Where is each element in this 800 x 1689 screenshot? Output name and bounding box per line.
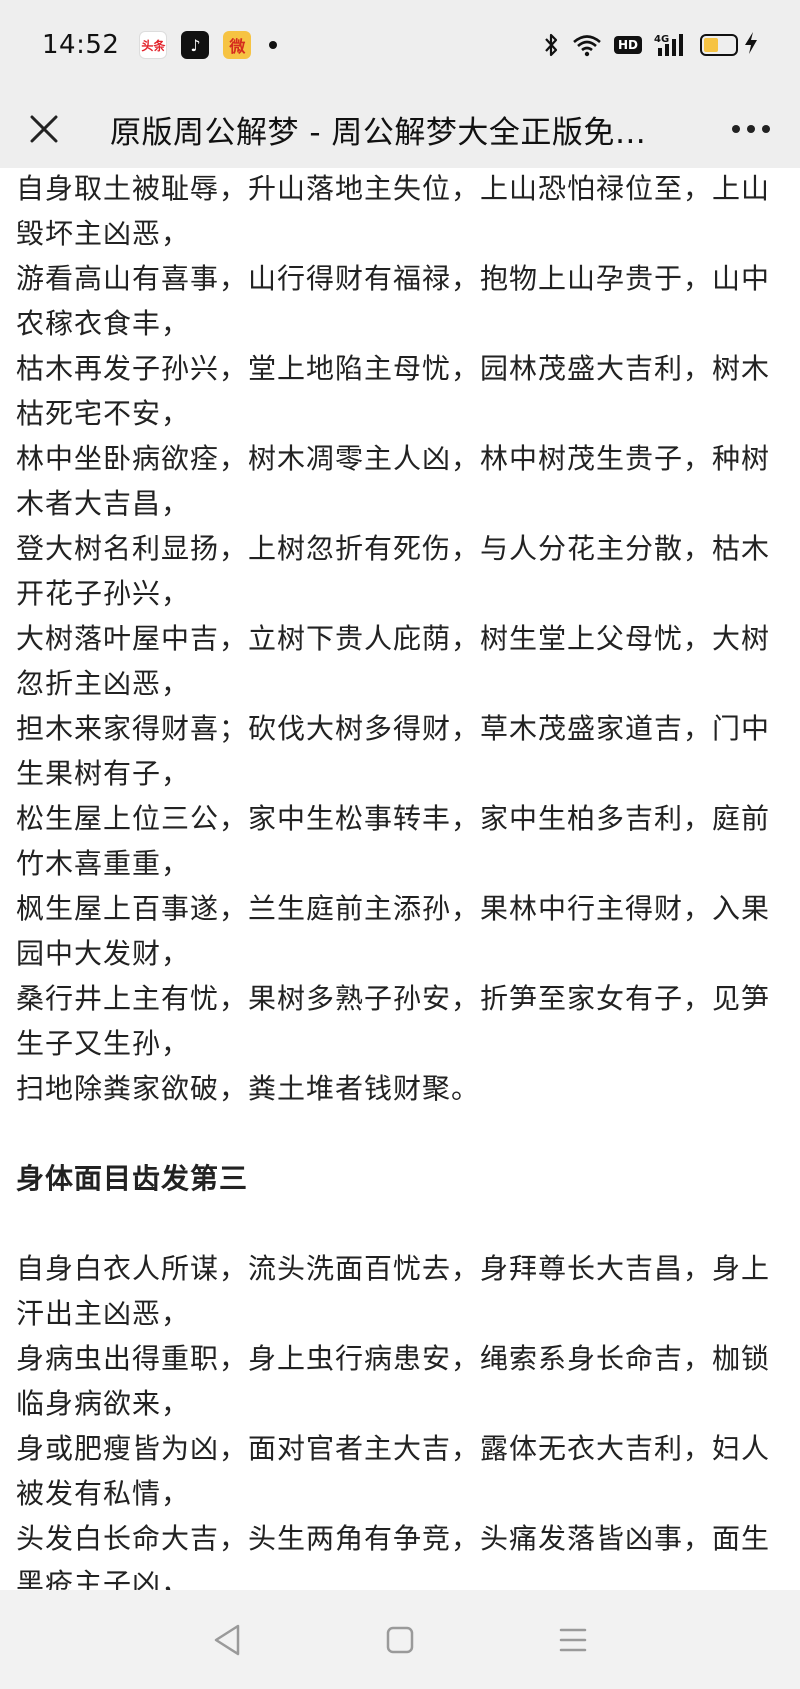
back-triangle-icon <box>214 1624 239 1655</box>
hd-badge: HD <box>613 36 642 54</box>
paragraph: 松生屋上位三公，家中生松事转丰，家中生柏多吉利，庭前竹木喜重重， <box>16 802 771 880</box>
paragraph: 枯木再发子孙兴，堂上地陷主母忧，园林茂盛大吉利，树木枯死宅不安， <box>16 352 771 430</box>
paragraph: 自身取土被耻辱，升山落地主失位，上山恐怕禄位至，上山毁坏主凶恶， <box>16 172 771 250</box>
status-time: 14:52 <box>42 30 120 60</box>
home-square-icon <box>386 1626 414 1653</box>
close-icon <box>30 115 58 143</box>
back-button[interactable] <box>197 1610 257 1670</box>
paragraph: 身病虫出得重职，身上虫行病患安，绳索系身长命吉，枷锁临身病欲来， <box>16 1342 771 1420</box>
signal-icon: 4G <box>654 32 688 58</box>
paragraph: 大树落叶屋中吉，立树下贵人庇荫，树生堂上父母忧，大树忽折主凶恶， <box>16 622 771 700</box>
menu-button[interactable] <box>543 1610 603 1670</box>
battery-fill <box>704 38 718 52</box>
network-type-label: 4G <box>654 34 669 45</box>
bluetooth-icon <box>542 32 560 58</box>
paragraph: 游看高山有喜事，山行得财有福禄，抱物上山孕贵于，山中农稼衣食丰， <box>16 262 771 340</box>
paragraph: 担木来家得财喜；砍伐大树多得财，草木茂盛家道吉，门中生果树有子， <box>16 712 771 790</box>
system-navigation-bar <box>0 1590 800 1689</box>
more-icon <box>732 125 770 133</box>
page-title: 原版周公解梦 - 周公解梦大全正版免… <box>110 114 647 151</box>
notification-dot-icon <box>269 41 278 49</box>
paragraph: 登大树名利显扬，上树忽折有死伤，与人分花主分散，枯木开花子孙兴， <box>16 532 771 610</box>
battery-icon <box>700 34 738 56</box>
paragraph: 林中坐卧病欲痊，树木凋零主人凶，林中树茂生贵子，种树木者大吉昌， <box>16 442 771 520</box>
paragraph: 桑行井上主有忧，果树多熟子孙安，折笋至家女有子，见笋生子又生孙， <box>16 982 771 1060</box>
menu-lines-icon <box>560 1628 587 1651</box>
paragraph: 扫地除粪家欲破，粪土堆者钱财聚。 <box>16 1072 481 1105</box>
article-content[interactable]: 自身取土被耻辱，升山落地主失位，上山恐怕禄位至，上山毁坏主凶恶， 游看高山有喜事… <box>0 168 800 1590</box>
more-options-button[interactable] <box>726 109 776 149</box>
paragraph: 枫生屋上百事遂，兰生庭前主添孙，果林中行主得财，入果园中大发财， <box>16 892 771 970</box>
home-button[interactable] <box>370 1610 430 1670</box>
status-right: HD 4G <box>542 31 758 60</box>
status-bar: 14:52 头条 ♪ 微 HD 4G <box>0 0 800 90</box>
close-button[interactable] <box>24 109 64 149</box>
toutiao-icon: 头条 <box>139 31 168 59</box>
section-heading: 身体面目齿发第三 <box>16 1162 249 1195</box>
charging-bolt-icon <box>744 31 758 60</box>
text-block-1: 自身取土被耻辱，升山落地主失位，上山恐怕禄位至，上山毁坏主凶恶， 游看高山有喜事… <box>16 168 784 1111</box>
paragraph: 身或肥瘦皆为凶，面对官者主大吉，露体无衣大吉利，妇人被发有私情， <box>16 1432 771 1510</box>
paragraph: 自身白衣人所谋，流头洗面百忧去，身拜尊长大吉昌，身上汗出主凶恶， <box>16 1252 771 1330</box>
wifi-icon <box>572 33 602 57</box>
title-bar: 原版周公解梦 - 周公解梦大全正版免… <box>0 90 800 168</box>
text-block-2: 自身白衣人所谋，流头洗面百忧去，身拜尊长大吉昌，身上汗出主凶恶， 身病虫出得重职… <box>16 1246 784 1590</box>
paragraph: 头发白长命大吉，头生两角有争竞，头痛发落皆凶事，面生黑疮主子凶， <box>16 1522 771 1590</box>
status-left: 14:52 头条 ♪ 微 <box>42 30 278 60</box>
douyin-icon: ♪ <box>181 31 210 59</box>
weibo-icon: 微 <box>223 31 252 59</box>
